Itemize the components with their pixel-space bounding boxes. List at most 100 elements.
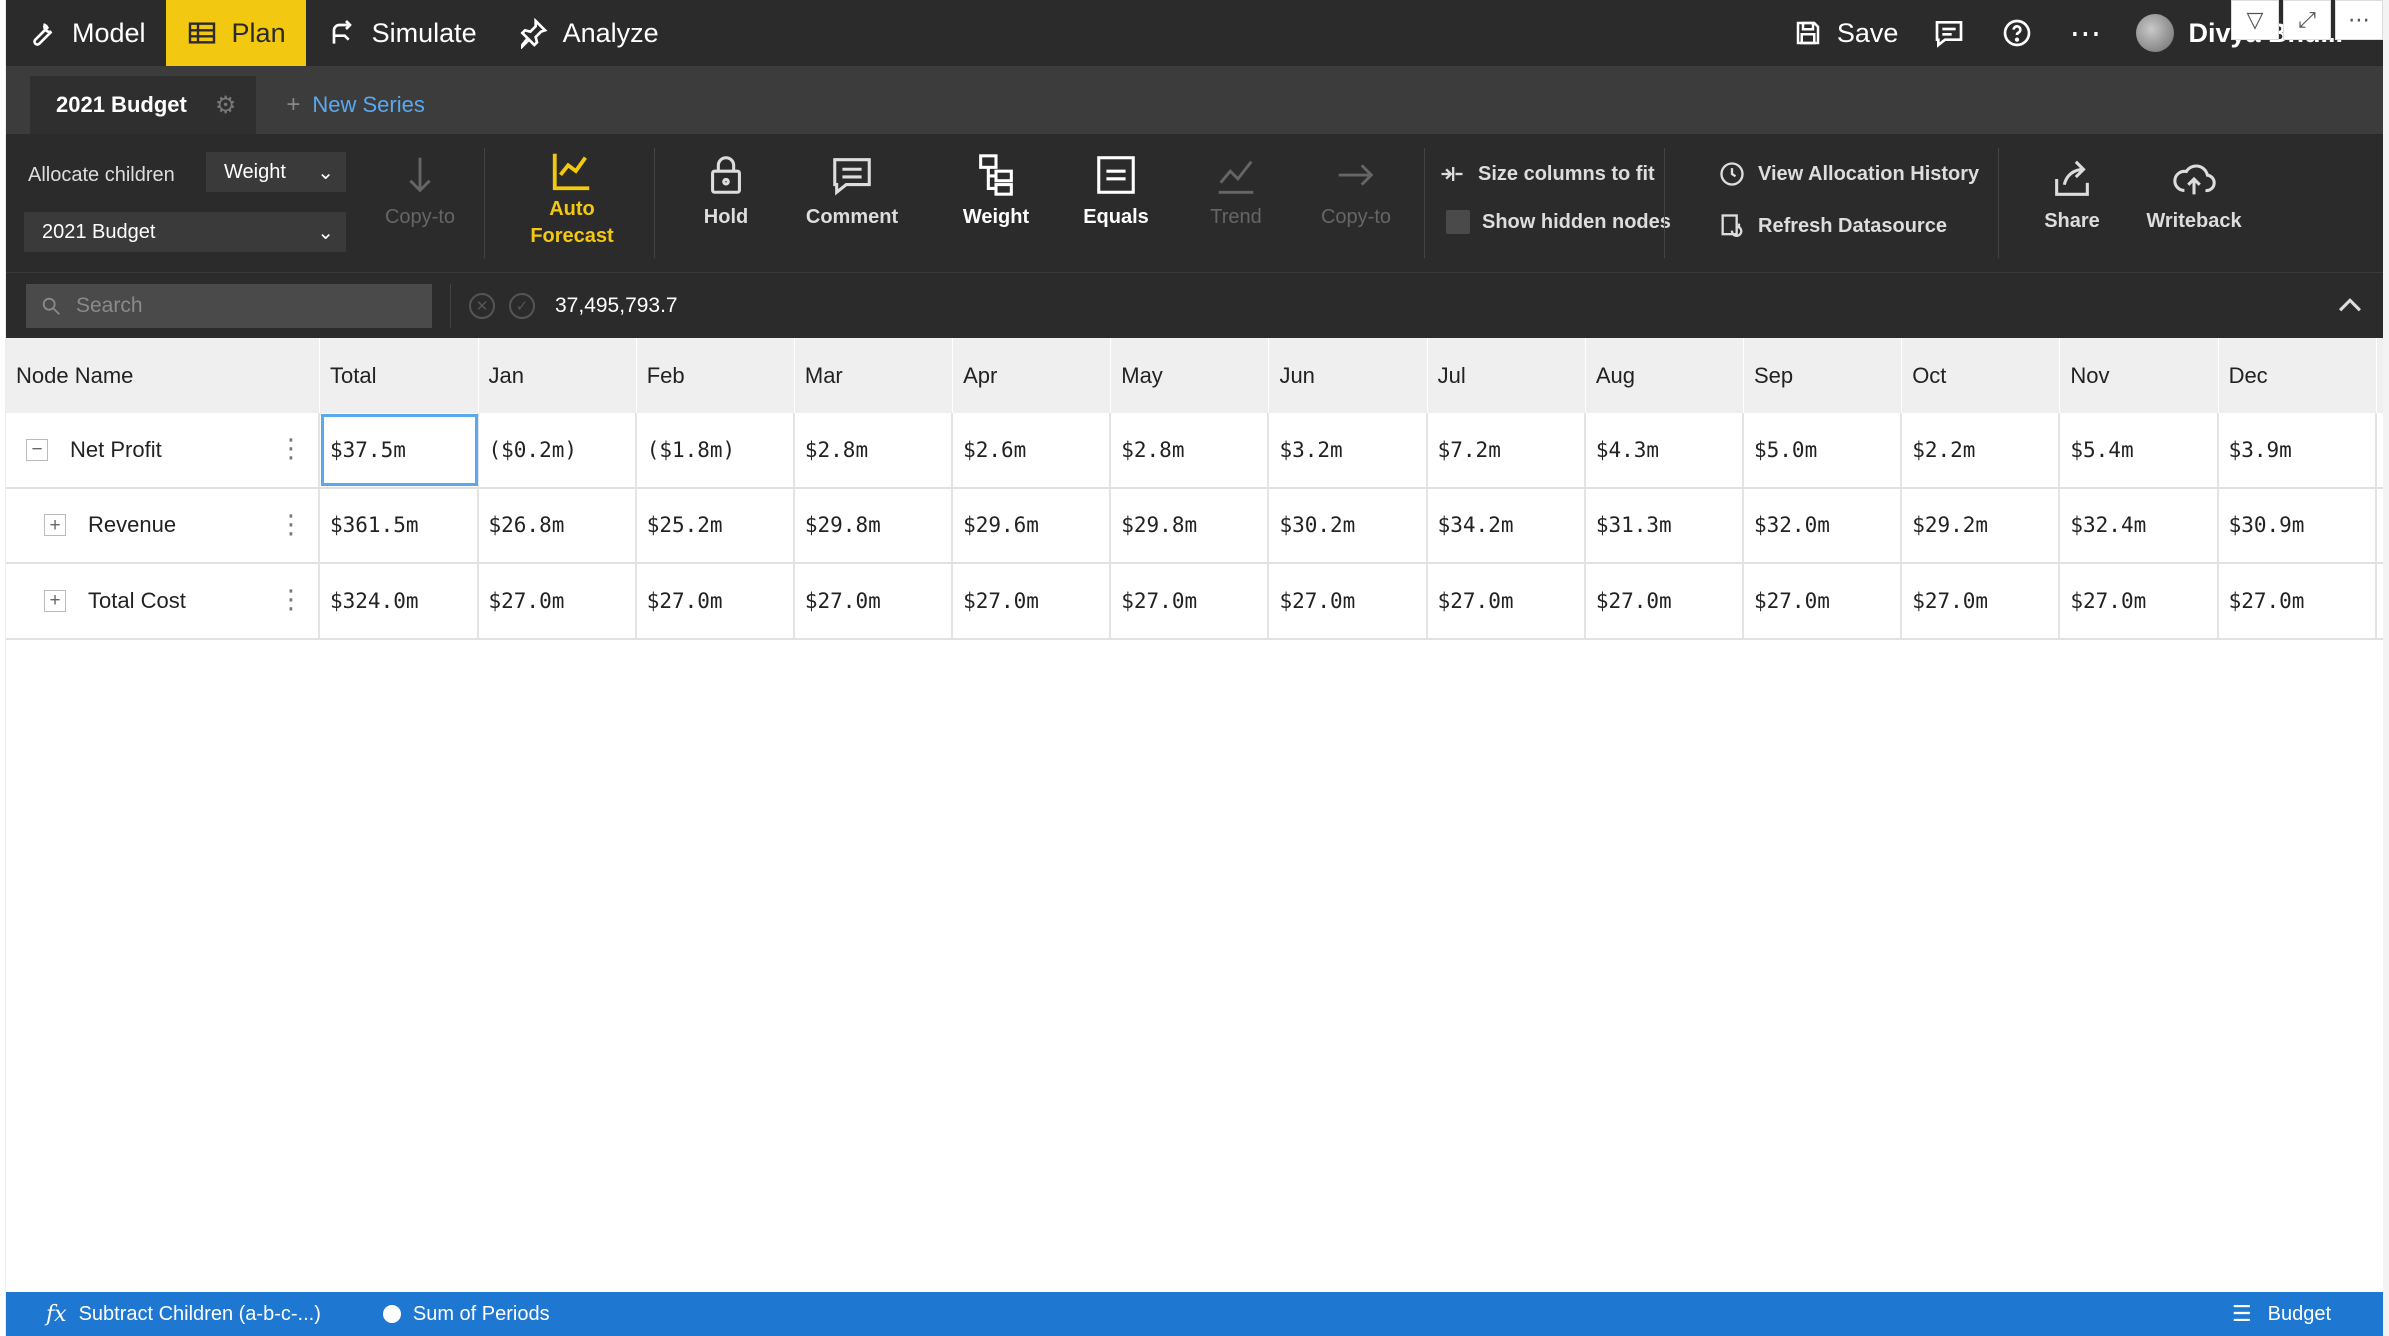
value-cell[interactable]: $5.0m: [1744, 413, 1903, 487]
copy-to-right-button[interactable]: Copy-to: [1306, 152, 1406, 229]
nav-model[interactable]: Model: [6, 0, 166, 66]
formula-value[interactable]: 37,495,793.7: [555, 294, 678, 318]
value-cell[interactable]: $7.2m: [1428, 413, 1586, 487]
help-icon[interactable]: [2000, 16, 2034, 50]
size-columns-button[interactable]: Size columns to fit: [1438, 160, 1655, 188]
series-select-dropdown[interactable]: 2021 Budget ⌄: [24, 212, 346, 252]
value-cell[interactable]: $2.8m: [795, 413, 954, 487]
equals-button[interactable]: Equals: [1066, 152, 1166, 229]
allocate-dropdown[interactable]: Weight ⌄: [206, 152, 346, 192]
value-cell[interactable]: $27.0m: [795, 564, 954, 638]
header-total[interactable]: Total: [320, 338, 479, 413]
refresh-datasource-button[interactable]: Refresh Datasource: [1718, 212, 1947, 240]
value-cell[interactable]: $27.0m: [1902, 564, 2061, 638]
value-cell[interactable]: $4.3m: [1586, 413, 1744, 487]
header-month[interactable]: Oct: [1902, 338, 2061, 413]
nav-analyze[interactable]: Analyze: [497, 0, 679, 66]
value-cell[interactable]: $27.0m: [953, 564, 1112, 638]
nav-plan[interactable]: Plan: [165, 0, 306, 66]
value-cell[interactable]: $27.0m: [1269, 564, 1428, 638]
header-month[interactable]: Apr: [953, 338, 1112, 413]
value-cell[interactable]: $3.9m: [2219, 413, 2377, 487]
value-cell[interactable]: $29.8m: [795, 488, 954, 562]
value-cell[interactable]: $27.0m: [1428, 564, 1586, 638]
header-month[interactable]: Sep: [1744, 338, 1903, 413]
value-cell[interactable]: $27.0m: [637, 564, 795, 638]
value-cell[interactable]: $3.2m: [1269, 413, 1428, 487]
value-cell[interactable]: $31.3m: [1586, 488, 1744, 562]
value-cell[interactable]: $32.0m: [1744, 488, 1903, 562]
value-cell[interactable]: $27.0m: [1111, 564, 1270, 638]
value-cell[interactable]: $2.2m: [1902, 413, 2061, 487]
view-allocation-history-button[interactable]: View Allocation History: [1718, 160, 1979, 188]
header-month[interactable]: Dec: [2219, 338, 2377, 413]
comment-button[interactable]: Comment: [796, 152, 908, 229]
value-cell[interactable]: $2.8m: [1111, 413, 1270, 487]
kebab-menu-icon[interactable]: ⋮: [278, 435, 304, 461]
nav-simulate[interactable]: Simulate: [306, 0, 497, 66]
node-name-cell[interactable]: + Total Cost ⋮: [6, 564, 320, 638]
value-cell[interactable]: $29.6m: [953, 488, 1112, 562]
value-cell[interactable]: $26.8m: [479, 488, 637, 562]
header-month[interactable]: Aug: [1586, 338, 1744, 413]
series-tab-2021-budget[interactable]: 2021 Budget ⚙: [30, 76, 257, 134]
header-node-name[interactable]: Node Name: [6, 338, 320, 413]
chevron-up-icon[interactable]: [2333, 289, 2367, 323]
more-icon[interactable]: ⋯: [2068, 15, 2102, 51]
value-cell[interactable]: $34.2m: [1428, 488, 1586, 562]
value-cell[interactable]: $27.0m: [2060, 564, 2219, 638]
header-month[interactable]: Nov: [2060, 338, 2219, 413]
expand-icon[interactable]: +: [44, 514, 66, 537]
weight-button[interactable]: Weight: [936, 152, 1056, 229]
header-month[interactable]: Jul: [1428, 338, 1586, 413]
value-cell[interactable]: $30.2m: [1269, 488, 1428, 562]
more-options-icon[interactable]: ⋯: [2335, 0, 2383, 40]
header-month[interactable]: Mar: [795, 338, 954, 413]
node-name-cell[interactable]: − Net Profit ⋮: [6, 413, 320, 487]
value-cell[interactable]: ($0.2m): [479, 413, 637, 487]
cancel-icon[interactable]: ✕: [469, 292, 495, 319]
value-cell[interactable]: $361.5m: [320, 488, 479, 562]
value-cell[interactable]: $2.6m: [953, 413, 1112, 487]
value-cell[interactable]: $27.0m: [1744, 564, 1903, 638]
value-cell[interactable]: $29.2m: [1902, 488, 2061, 562]
hold-button[interactable]: Hold: [676, 152, 776, 229]
save-button[interactable]: Save: [1793, 18, 1898, 49]
trend-button[interactable]: Trend: [1186, 152, 1286, 229]
measure-status[interactable]: ☰ Budget: [2232, 1292, 2331, 1336]
header-month[interactable]: May: [1111, 338, 1270, 413]
expand-icon[interactable]: ⤢: [2283, 0, 2331, 40]
value-cell[interactable]: $30.9m: [2219, 488, 2377, 562]
comment-icon[interactable]: [1932, 16, 1966, 50]
node-name-cell[interactable]: + Revenue ⋮: [6, 488, 320, 562]
header-month[interactable]: Jan: [479, 338, 637, 413]
expand-icon[interactable]: +: [44, 589, 66, 612]
aggregation-status[interactable]: Sum of Periods: [382, 1303, 550, 1326]
header-month[interactable]: Feb: [637, 338, 795, 413]
gear-icon[interactable]: ⚙: [215, 91, 237, 120]
formula-status[interactable]: fx Subtract Children (a-b-c-...): [46, 1302, 321, 1327]
value-cell[interactable]: $27.0m: [1586, 564, 1744, 638]
show-hidden-checkbox[interactable]: [1446, 210, 1470, 234]
value-cell[interactable]: $25.2m: [637, 488, 795, 562]
collapse-icon[interactable]: −: [26, 438, 48, 461]
copy-to-down-button[interactable]: Copy-to: [376, 152, 464, 229]
auto-forecast-button[interactable]: Auto Forecast: [514, 148, 630, 248]
kebab-menu-icon[interactable]: ⋮: [278, 511, 304, 537]
search-input[interactable]: Search: [26, 283, 432, 328]
filter-icon[interactable]: ▽: [2231, 0, 2279, 40]
value-cell[interactable]: $5.4m: [2060, 413, 2219, 487]
value-cell[interactable]: ($1.8m): [637, 413, 795, 487]
value-cell[interactable]: $37.5m: [320, 413, 479, 487]
share-button[interactable]: Share: [2022, 156, 2122, 233]
kebab-menu-icon[interactable]: ⋮: [278, 586, 304, 612]
writeback-button[interactable]: Writeback: [2134, 156, 2254, 233]
show-hidden-nodes-toggle[interactable]: Show hidden nodes: [1446, 210, 1671, 234]
value-cell[interactable]: $29.8m: [1111, 488, 1270, 562]
header-month[interactable]: Jun: [1269, 338, 1428, 413]
confirm-icon[interactable]: ✓: [509, 292, 535, 319]
value-cell[interactable]: $27.0m: [2219, 564, 2377, 638]
new-series-button[interactable]: + New Series: [256, 76, 455, 134]
value-cell[interactable]: $324.0m: [320, 564, 479, 638]
value-cell[interactable]: $32.4m: [2060, 488, 2219, 562]
